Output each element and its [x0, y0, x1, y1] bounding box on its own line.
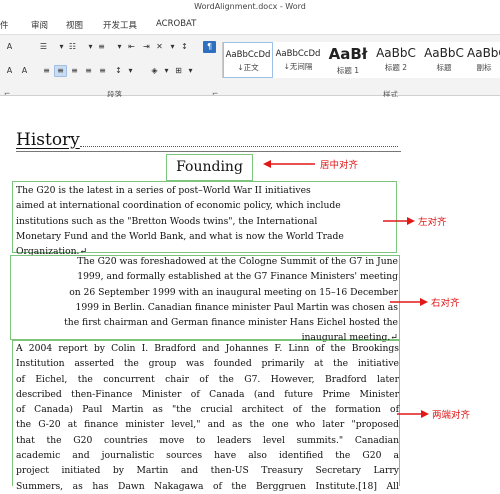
style-name: ↓正文: [237, 63, 259, 72]
text-line: Summers, as has Dawn Nakagawa of the Ber…: [16, 480, 399, 492]
tab-view[interactable]: 视图: [66, 19, 83, 31]
chinese-layout-icon[interactable]: ✕: [153, 41, 166, 53]
align-right-icon[interactable]: ≡: [68, 65, 81, 77]
style-no-spacing[interactable]: AaBbCcDd ↓无间隔: [273, 42, 323, 78]
text-line: A 2004 report by Colin I. Bradford and J…: [16, 343, 399, 354]
arrow-right-icon: [397, 409, 429, 422]
align-justify-icon[interactable]: ≡: [82, 65, 95, 77]
arrow-left-icon: [263, 159, 317, 172]
style-heading-1[interactable]: AaBł 标题 1: [323, 42, 373, 78]
document-page[interactable]: History Founding 居中对齐 The G20 is the lat…: [0, 97, 500, 492]
font-size-icon[interactable]: A: [3, 41, 16, 53]
style-name: 标题: [436, 63, 452, 72]
text-line: Monetary Fund and the World Bank, and wh…: [16, 230, 344, 242]
style-name: 标题 1: [336, 66, 360, 75]
multilevel-list-icon[interactable]: ≡: [95, 41, 108, 53]
style-normal[interactable]: AaBbCcDd ↓正文: [223, 42, 273, 78]
text-effects-icon[interactable]: A: [3, 65, 16, 77]
text-line: The G20 is the latest in a series of pos…: [16, 185, 311, 196]
text-line: the G-20 at finance minister level," and…: [16, 419, 399, 431]
style-sample: AaBbCcDd: [225, 50, 271, 60]
text-line: the first chairman and German finance mi…: [64, 317, 398, 329]
align-left-icon[interactable]: ≡: [40, 65, 53, 77]
paragraph-justify: A 2004 report by Colin I. Bradford and J…: [16, 341, 399, 494]
annotation-right-text: 右对齐: [431, 298, 460, 309]
style-sample: AaBł: [328, 45, 368, 63]
text-line: described then-Finance Minister of Canad…: [16, 388, 399, 400]
tab-review[interactable]: 审阅: [31, 19, 48, 31]
annotation-justify-text: 两端对齐: [432, 410, 471, 421]
style-sample: AaBbC: [376, 46, 416, 60]
numbering-icon[interactable]: ☷: [66, 41, 79, 53]
text-line: institutions such as the "Bretton Woods …: [16, 215, 318, 227]
text-line: academic and journalistic sources have a…: [16, 450, 399, 462]
ribbon-tabs: 件 审阅 视图 开发工具 ACROBAT: [0, 14, 500, 34]
text-line: of Eichel, the concurrent chair of the G…: [16, 373, 399, 385]
style-subtitle[interactable]: AaBbC 副标: [467, 42, 500, 78]
arrow-right-icon: [390, 297, 428, 310]
founding-text: Founding: [176, 159, 243, 175]
text-line: 1999 in Berlin. Canadian finance ministe…: [75, 301, 398, 313]
sort-icon[interactable]: ↕: [178, 41, 191, 53]
text-line: 1999, and formally established at the G7…: [77, 271, 398, 283]
bullets-icon[interactable]: ☰: [37, 41, 50, 53]
style-sample: AaBbC: [467, 46, 500, 60]
paragraph-right: The G20 was foreshadowed at the Cologne …: [14, 254, 398, 346]
title-bar: WordAlignment.docx - Word: [0, 0, 500, 14]
chevron-down-icon[interactable]: ▾: [124, 65, 137, 77]
annotation-justify: 两端对齐: [397, 407, 470, 422]
text-line: project initiated by Martin and then-US …: [16, 465, 399, 477]
heading-leader-dots: [80, 146, 398, 147]
annotation-center-text: 居中对齐: [320, 160, 359, 171]
style-sample: AaBbC: [424, 46, 464, 60]
tab-file[interactable]: 件: [0, 19, 9, 31]
ribbon: A ☰ ▾ ☷ ▾ ≡ ▾ ⇤ ⇥ ✕ ▾ ↕ ¶ A A ≡ ≡ ≡ ≡ ≡ …: [0, 34, 500, 99]
decrease-indent-icon[interactable]: ⇤: [125, 41, 138, 53]
style-heading-2[interactable]: AaBbC 标题 2: [371, 42, 421, 78]
annotation-center: 居中对齐: [263, 157, 358, 172]
style-name: 副标: [476, 63, 492, 72]
style-name: ↓无间隔: [283, 62, 313, 71]
chevron-down-icon[interactable]: ▾: [184, 65, 197, 77]
annotation-left-text: 左对齐: [418, 217, 447, 228]
text-line: aimed at international coordination of e…: [16, 200, 341, 212]
annotation-left: 左对齐: [383, 214, 447, 229]
heading-text: History: [16, 130, 80, 150]
paragraph-left: The G20 is the latest in a series of pos…: [16, 183, 394, 259]
styles-gallery: AaBbCcDd ↓正文 AaBbCcDd ↓无间隔 AaBł 标题 1 AaB…: [222, 42, 500, 78]
text-line: of Canada) Paul Martin as "the crucial a…: [16, 404, 399, 416]
text-line: The G20 was foreshadowed at the Cologne …: [77, 256, 398, 267]
text-line: on 26 September 1999 with an inaugural m…: [69, 286, 398, 298]
show-marks-icon[interactable]: ¶: [203, 41, 216, 53]
style-title[interactable]: AaBbC 标题: [419, 42, 469, 78]
align-center-icon[interactable]: ≡: [54, 65, 67, 77]
text-line: that the G20 countries move to leaders l…: [16, 434, 399, 446]
arrow-right-icon: [383, 216, 415, 229]
annotation-right: 右对齐: [390, 295, 460, 310]
text-line: Institution asserted the group was found…: [16, 358, 399, 370]
char-border-icon[interactable]: A: [18, 65, 31, 77]
heading-history: History: [16, 130, 401, 150]
distribute-icon[interactable]: ≡: [96, 65, 109, 77]
increase-indent-icon[interactable]: ⇥: [140, 41, 153, 53]
window-title: WordAlignment.docx - Word: [194, 2, 306, 11]
tab-acrobat[interactable]: ACROBAT: [156, 19, 196, 29]
heading-rule: [16, 151, 401, 152]
founding-heading: Founding: [166, 158, 253, 176]
style-sample: AaBbCcDd: [275, 49, 321, 59]
style-name: 标题 2: [384, 63, 408, 72]
tab-developer[interactable]: 开发工具: [103, 19, 137, 31]
